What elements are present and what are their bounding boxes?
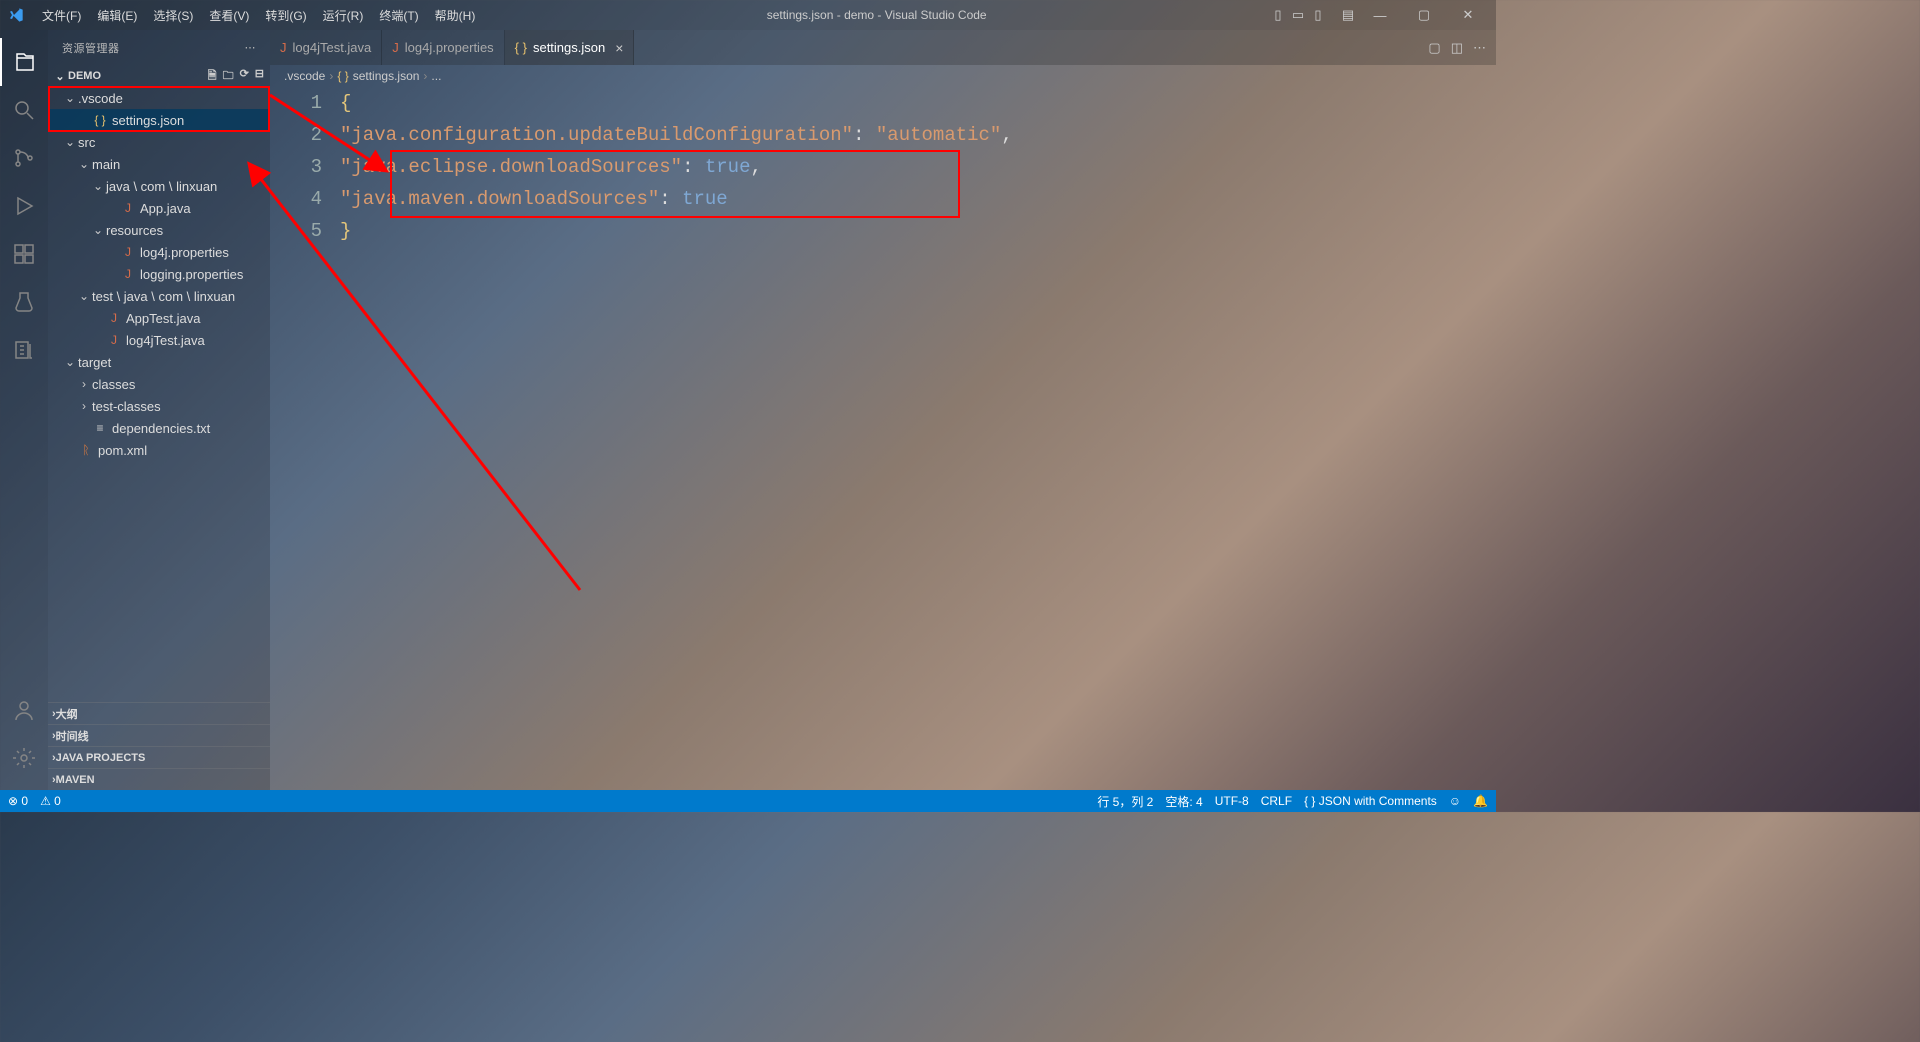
folder-resources[interactable]: ⌄resources xyxy=(48,219,270,241)
file-log4j-properties[interactable]: Jlog4j.properties xyxy=(48,241,270,263)
tab-log4j-properties[interactable]: Jlog4j.properties xyxy=(382,30,504,65)
menu-run[interactable]: 运行(R) xyxy=(315,7,372,24)
tab-log4jtest-java[interactable]: Jlog4jTest.java xyxy=(270,30,382,65)
layout-sidebar-left-icon[interactable]: ▯ xyxy=(1270,7,1286,23)
menu-help[interactable]: 帮助(H) xyxy=(427,7,484,24)
panel-timeline[interactable]: ›时间线 xyxy=(48,724,270,746)
menu-selection[interactable]: 选择(S) xyxy=(145,7,201,24)
status-errors[interactable]: ⊗ 0 xyxy=(8,794,28,808)
status-notifications-icon[interactable]: 🔔 xyxy=(1473,794,1488,808)
panel-maven[interactable]: ›MAVEN xyxy=(48,768,270,790)
folder-test-classes[interactable]: ›test-classes xyxy=(48,395,270,417)
file-tree: ⌄.vscode { }settings.json ⌄src ⌄main ⌄ja… xyxy=(48,87,270,702)
close-icon[interactable]: × xyxy=(615,40,623,56)
breadcrumb-item[interactable]: settings.json xyxy=(353,69,420,83)
root-folder-label: DEMO xyxy=(68,70,101,82)
panel-java-projects[interactable]: ›JAVA PROJECTS xyxy=(48,746,270,768)
more-icon[interactable]: ⋯ xyxy=(245,41,257,54)
folder-vscode[interactable]: ⌄.vscode xyxy=(48,87,270,109)
customize-layout-icon[interactable]: ▤ xyxy=(1340,7,1356,23)
file-settings-json[interactable]: { }settings.json xyxy=(48,109,270,131)
folder-main[interactable]: ⌄main xyxy=(48,153,270,175)
menu-view[interactable]: 查看(V) xyxy=(201,7,257,24)
menu-go[interactable]: 转到(G) xyxy=(257,7,314,24)
folder-test-java-com-linxuan[interactable]: ⌄test \ java \ com \ linxuan xyxy=(48,285,270,307)
window-close-button[interactable]: ✕ xyxy=(1448,0,1488,30)
activity-source-control-icon[interactable] xyxy=(0,134,48,182)
activity-testing-icon[interactable] xyxy=(0,278,48,326)
panel-outline[interactable]: ›大纲 xyxy=(48,702,270,724)
folder-target[interactable]: ⌄target xyxy=(48,351,270,373)
folder-src[interactable]: ⌄src xyxy=(48,131,270,153)
sidebar-title-label: 资源管理器 xyxy=(62,40,120,56)
code-editor[interactable]: 1{2 "java.configuration.updateBuildConfi… xyxy=(270,87,1496,790)
file-pom-xml[interactable]: ᚱpom.xml xyxy=(48,439,270,461)
tab-settings-json[interactable]: { }settings.json× xyxy=(505,30,635,65)
file-dependencies-txt[interactable]: ≡dependencies.txt xyxy=(48,417,270,439)
split-editor-icon[interactable]: ◫ xyxy=(1451,40,1463,56)
main-area: 资源管理器 ⋯ ⌄ DEMO 🗎 🗀 ⟳ ⊟ ⌄.vscode { }setti… xyxy=(0,30,1496,790)
folder-java-com-linxuan[interactable]: ⌄java \ com \ linxuan xyxy=(48,175,270,197)
breadcrumb-item[interactable]: ... xyxy=(431,69,441,83)
status-warnings[interactable]: ⚠ 0 xyxy=(40,794,61,808)
editor-area: Jlog4jTest.java Jlog4j.properties { }set… xyxy=(270,30,1496,790)
window-minimize-button[interactable]: — xyxy=(1360,0,1400,30)
menu-edit[interactable]: 编辑(E) xyxy=(89,7,145,24)
refresh-icon[interactable]: ⟳ xyxy=(240,67,249,86)
file-app-java[interactable]: JApp.java xyxy=(48,197,270,219)
explorer-root-header[interactable]: ⌄ DEMO 🗎 🗀 ⟳ ⊟ xyxy=(48,65,270,87)
window-maximize-button[interactable]: ▢ xyxy=(1404,0,1444,30)
activity-run-debug-icon[interactable] xyxy=(0,182,48,230)
sidebar: 资源管理器 ⋯ ⌄ DEMO 🗎 🗀 ⟳ ⊟ ⌄.vscode { }setti… xyxy=(48,30,270,790)
menu-file[interactable]: 文件(F) xyxy=(34,7,89,24)
window-title: settings.json - demo - Visual Studio Cod… xyxy=(483,8,1270,22)
titlebar: 文件(F) 编辑(E) 选择(S) 查看(V) 转到(G) 运行(R) 终端(T… xyxy=(0,0,1496,30)
status-language[interactable]: { } JSON with Comments xyxy=(1304,794,1437,808)
file-log4jtest-java[interactable]: Jlog4jTest.java xyxy=(48,329,270,351)
file-apptest-java[interactable]: JAppTest.java xyxy=(48,307,270,329)
statusbar: ⊗ 0 ⚠ 0 行 5，列 2 空格: 4 UTF-8 CRLF { } JSO… xyxy=(0,790,1496,812)
activity-search-icon[interactable] xyxy=(0,86,48,134)
status-eol[interactable]: CRLF xyxy=(1261,794,1292,808)
menu-bar: 文件(F) 编辑(E) 选择(S) 查看(V) 转到(G) 运行(R) 终端(T… xyxy=(34,7,483,24)
breadcrumb[interactable]: .vscode› { } settings.json› ... xyxy=(270,65,1496,87)
menu-terminal[interactable]: 终端(T) xyxy=(371,7,426,24)
chevron-down-icon: ⌄ xyxy=(52,70,68,83)
layout-sidebar-right-icon[interactable]: ▯ xyxy=(1310,7,1326,23)
activity-extensions-icon[interactable] xyxy=(0,230,48,278)
tab-more-icon[interactable]: ⋯ xyxy=(1473,40,1486,56)
status-cursor-pos[interactable]: 行 5，列 2 xyxy=(1097,793,1153,810)
open-changes-icon[interactable]: ▢ xyxy=(1428,40,1440,56)
vscode-logo-icon xyxy=(8,7,24,23)
collapse-all-icon[interactable]: ⊟ xyxy=(255,67,264,86)
activitybar xyxy=(0,30,48,790)
file-logging-properties[interactable]: Jlogging.properties xyxy=(48,263,270,285)
status-indent[interactable]: 空格: 4 xyxy=(1165,793,1202,810)
activity-account-icon[interactable] xyxy=(0,686,48,734)
editor-tabs: Jlog4jTest.java Jlog4j.properties { }set… xyxy=(270,30,1496,65)
status-feedback-icon[interactable]: ☺ xyxy=(1449,794,1461,808)
breadcrumb-item[interactable]: .vscode xyxy=(284,69,325,83)
new-folder-icon[interactable]: 🗀 xyxy=(223,67,234,86)
activity-manage-icon[interactable] xyxy=(0,734,48,782)
new-file-icon[interactable]: 🗎 xyxy=(208,67,217,86)
layout-panel-icon[interactable]: ▭ xyxy=(1290,7,1306,23)
status-encoding[interactable]: UTF-8 xyxy=(1215,794,1249,808)
folder-classes[interactable]: ›classes xyxy=(48,373,270,395)
sidebar-title: 资源管理器 ⋯ xyxy=(48,30,270,65)
activity-references-icon[interactable] xyxy=(0,326,48,374)
activity-explorer-icon[interactable] xyxy=(0,38,48,86)
